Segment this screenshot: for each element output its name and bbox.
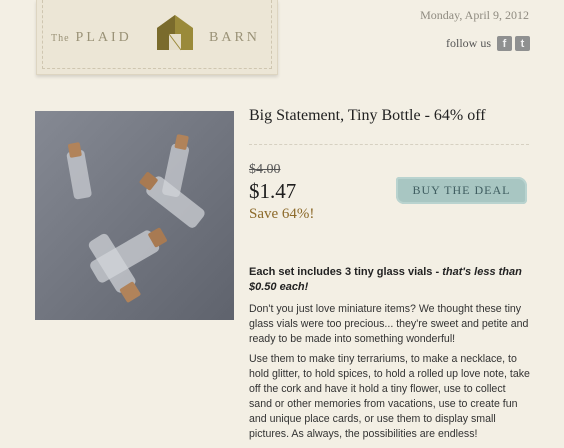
deal-price: $1.47 [249,179,297,203]
original-price: $4.00 [249,162,281,177]
summary-text: Each set includes 3 tiny glass vials - [249,266,443,278]
current-date: Monday, April 9, 2012 [420,8,529,22]
deal-title: Big Statement, Tiny Bottle - 64% off [249,107,486,124]
description-paragraph-1: Don't you just love miniature items? We … [249,303,529,345]
savings-text: Save 64%! [249,206,315,222]
product-photo [35,111,234,320]
twitter-icon[interactable]: t [515,36,530,51]
description-paragraph-2: Use them to make tiny terrariums, to mak… [249,353,530,440]
divider [249,144,529,145]
follow-us-bar: follow us f t [446,36,530,51]
follow-us-label: follow us [446,36,491,50]
glass-vials-illustration [35,111,234,320]
facebook-icon[interactable]: f [497,36,512,51]
logo-right-text: BARN [209,30,260,45]
barn-icon [157,15,193,51]
deal-summary: Each set includes 3 tiny glass vials - t… [249,265,539,295]
buy-the-deal-button[interactable]: BUY THE DEAL [396,177,527,204]
site-logo[interactable]: The PLAID BARN [36,0,278,75]
logo-left-text: The PLAID [51,30,132,45]
